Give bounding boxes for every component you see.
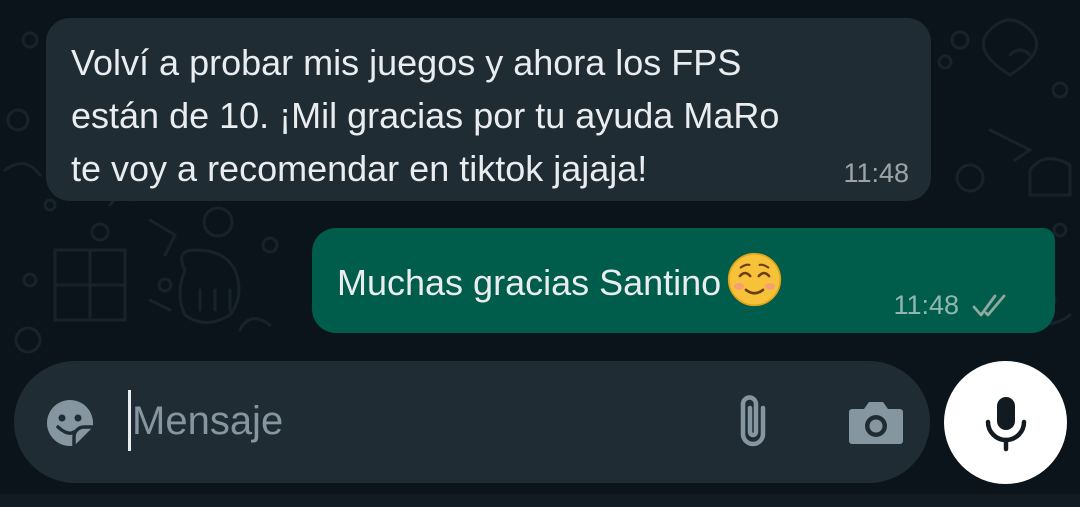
navigation-bar <box>0 494 1080 507</box>
message-text: Volví a probar mis juegos y ahora los FP… <box>71 42 780 189</box>
camera-icon[interactable] <box>846 397 906 447</box>
paperclip-icon[interactable] <box>730 394 776 450</box>
microphone-icon <box>985 397 1027 452</box>
voice-message-button[interactable] <box>944 361 1067 484</box>
outgoing-message-bubble[interactable]: Muchas gracias Santino 11:48 <box>312 228 1055 333</box>
message-time: 11:48 <box>843 158 909 188</box>
message-composer <box>14 361 930 483</box>
sticker-icon[interactable] <box>44 397 96 449</box>
read-double-tick-icon <box>972 294 1006 317</box>
smiling-face-with-smiling-eyes-icon <box>728 252 782 307</box>
chat-window: Volví a probar mis juegos y ahora los FP… <box>0 0 1080 507</box>
message-text-content: Muchas gracias Santino <box>337 262 722 303</box>
message-time: 11:48 <box>893 290 959 320</box>
message-input[interactable] <box>132 397 692 445</box>
text-cursor <box>128 390 131 451</box>
incoming-message-bubble[interactable]: Volví a probar mis juegos y ahora los FP… <box>46 18 931 201</box>
